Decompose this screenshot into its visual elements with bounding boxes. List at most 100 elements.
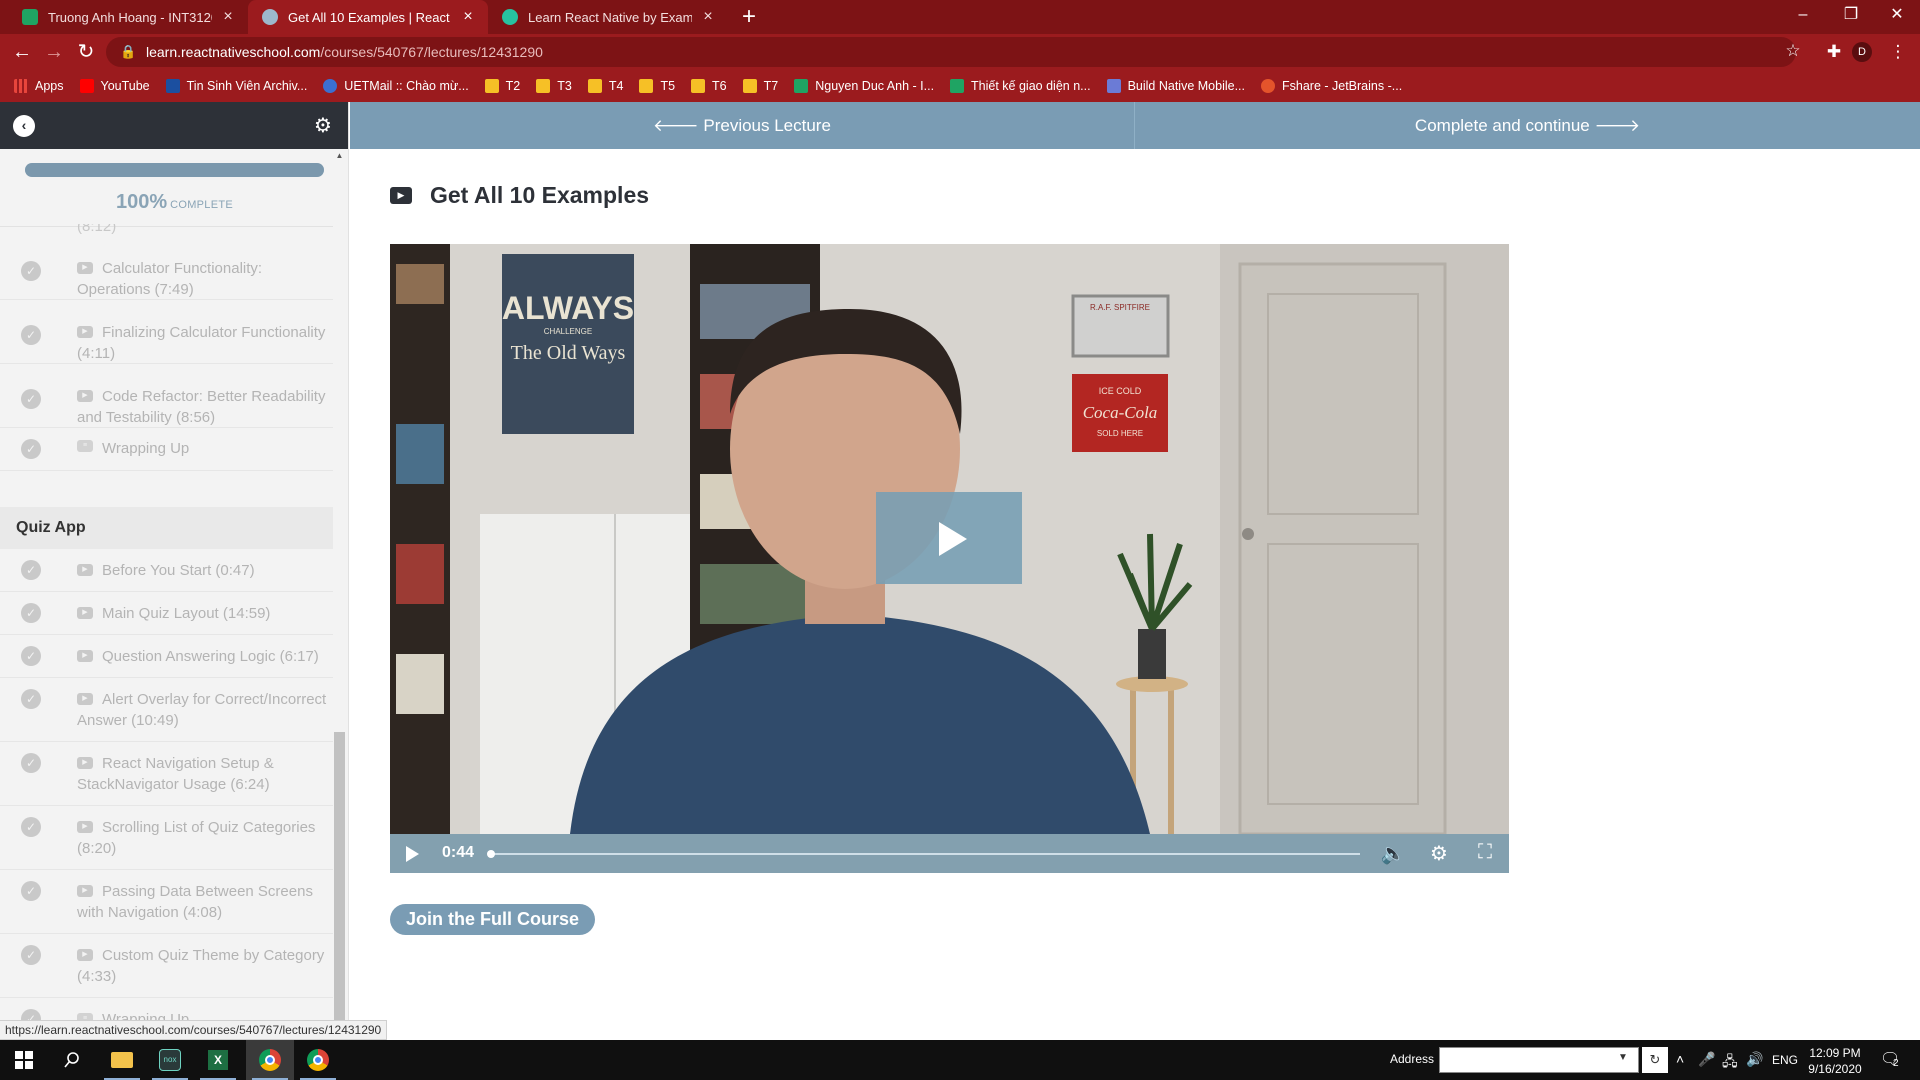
fullscreen-icon[interactable]: ⛶ — [1471, 841, 1499, 864]
status-bar-url: https://learn.reactnativeschool.com/cour… — [0, 1020, 388, 1040]
lecture-item[interactable]: ✓ ▶ Question Answering Logic (6:17) — [0, 635, 333, 678]
lecture-item[interactable]: ✓ ▶ Custom Quiz Theme by Category (4:33) — [0, 934, 333, 998]
lecture-title: Question Answering Logic (6:17) — [102, 648, 319, 665]
bookmark-label: Apps — [35, 79, 64, 93]
extensions-icon[interactable]: ✚ — [1820, 38, 1848, 66]
taskbar-file-explorer[interactable] — [98, 1040, 146, 1080]
sign-text: Coca-Cola — [1083, 403, 1158, 422]
bookmark-folder-t2[interactable]: T2 — [484, 79, 521, 93]
lock-icon[interactable]: 🔒 — [120, 44, 136, 60]
lecture-item[interactable]: ✓ ▶ Main Quiz Layout (14:59) — [0, 592, 333, 635]
play-icon[interactable] — [406, 846, 419, 862]
back-arrow-icon[interactable]: ‹ — [13, 115, 35, 137]
check-icon: ✓ — [21, 881, 41, 901]
close-tab-icon[interactable]: × — [220, 8, 236, 26]
microphone-icon[interactable]: 🎤 — [1698, 1051, 1715, 1068]
browser-tab-active[interactable]: Get All 10 Examples | React Native Schoo… — [248, 0, 488, 34]
video-seek-bar[interactable] — [490, 853, 1360, 855]
search-button[interactable] — [48, 1040, 96, 1080]
sidebar-scrollbar[interactable] — [334, 732, 345, 1040]
browser-tab-sheets[interactable]: Truong Anh Hoang - INT3120 2... × — [8, 0, 248, 34]
video-player[interactable]: ALWAYS CHALLENGE The Old Ways R.A.F. SPI… — [390, 244, 1509, 873]
lecture-item[interactable]: ✓ ▶ Finalizing Calculator Functionality … — [0, 300, 333, 364]
browser-tab-learn[interactable]: Learn React Native by Example | React Na… — [488, 0, 728, 34]
bookmark-label: UETMail :: Chào mừ... — [344, 79, 469, 93]
lecture-item[interactable]: ✓ ▶ Scrolling List of Quiz Categories (8… — [0, 806, 333, 870]
clock-time: 12:09 PM — [1809, 1046, 1861, 1060]
bookmark-folder-t4[interactable]: T4 — [587, 79, 623, 93]
video-controls: 0:44 🔈 ⚙ ⛶ — [390, 834, 1509, 873]
avatar[interactable]: D — [1852, 42, 1872, 62]
star-icon[interactable]: ☆ — [1779, 37, 1807, 65]
bookmark-build-native[interactable]: Build Native Mobile... — [1106, 79, 1245, 93]
left-bookcase — [390, 244, 450, 834]
bookmarks-bar: Apps YouTube Tin Sinh Viên Archiv... UET… — [0, 70, 1920, 102]
gear-icon[interactable]: ⚙ — [1425, 841, 1453, 866]
taskbar-chrome[interactable] — [294, 1040, 342, 1080]
bookmark-apps[interactable]: Apps — [14, 79, 64, 93]
lecture-title: Code Refactor: Better Readability and Te… — [77, 388, 326, 426]
lecture-item[interactable]: ✓ ▶ React Navigation Setup & StackNaviga… — [0, 742, 333, 806]
lecture-item[interactable]: ✓ ▶ Code Refactor: Better Readability an… — [0, 364, 333, 428]
back-button[interactable]: ← — [8, 38, 36, 66]
bookmark-tin-sinh-vien[interactable]: Tin Sinh Viên Archiv... — [165, 79, 307, 93]
volume-icon[interactable]: 🔊 — [1746, 1051, 1763, 1068]
poster-text: The Old Ways — [511, 342, 626, 364]
language-indicator[interactable]: ENG — [1772, 1053, 1798, 1067]
restore-button[interactable]: ❐ — [1828, 0, 1874, 30]
complete-and-continue-button[interactable]: Complete and continue 🡒 — [1135, 102, 1920, 149]
new-tab-button[interactable]: + — [735, 3, 763, 31]
taskbar-chrome-active[interactable] — [246, 1040, 294, 1080]
check-icon: ✓ — [21, 603, 41, 623]
close-window-button[interactable]: ✕ — [1874, 0, 1920, 30]
bookmark-folder-t7[interactable]: T7 — [742, 79, 779, 93]
previous-lecture-button[interactable]: 🡐 Previous Lecture — [350, 102, 1135, 149]
volume-icon[interactable]: 🔈 — [1379, 841, 1407, 866]
reload-button[interactable]: ↻ — [72, 38, 100, 66]
network-icon[interactable]: 🖧 — [1722, 1051, 1738, 1075]
taskbar-excel[interactable]: X — [194, 1040, 242, 1080]
taskbar-nox[interactable]: nox — [146, 1040, 194, 1080]
bookmark-folder-t6[interactable]: T6 — [691, 79, 727, 93]
address-toolbar-input[interactable] — [1439, 1047, 1639, 1073]
course-progress-fill — [25, 163, 324, 177]
close-tab-icon[interactable]: × — [460, 8, 476, 26]
gear-icon[interactable]: ⚙ — [314, 113, 332, 138]
bookmark-thiet-ke[interactable]: Thiết kế giao diện n... — [950, 79, 1091, 93]
lecture-item[interactable]: ✓ ▶ Before You Start (0:47) — [0, 549, 333, 592]
bookmark-folder-t3[interactable]: T3 — [536, 79, 572, 93]
bookmark-youtube[interactable]: YouTube — [79, 79, 150, 93]
clock[interactable]: 12:09 PM 9/16/2020 — [1800, 1045, 1870, 1077]
start-button[interactable] — [0, 1040, 48, 1080]
scroll-up-arrow[interactable]: ▲ — [334, 151, 345, 163]
chevron-down-icon[interactable]: ▼ — [1618, 1052, 1628, 1063]
bookmark-uetmail[interactable]: UETMail :: Chào mừ... — [323, 79, 469, 93]
play-button[interactable] — [876, 492, 1022, 584]
video-seek-handle[interactable] — [487, 850, 495, 858]
minimize-button[interactable]: – — [1780, 0, 1826, 30]
join-full-course-button[interactable]: Join the Full Course — [390, 904, 595, 935]
show-hidden-icons-icon[interactable]: ˄ — [1676, 1051, 1684, 1067]
folder-icon — [587, 79, 602, 93]
folder-icon — [691, 79, 706, 93]
sheets-icon — [22, 9, 38, 25]
address-bar[interactable]: 🔒 learn.reactnativeschool.com/courses/54… — [106, 37, 1796, 67]
bookmark-nguyen-duc-anh[interactable]: Nguyen Duc Anh - I... — [794, 79, 934, 93]
lecture-item[interactable]: ✓ ▶ Calculator Functionality: Operations… — [0, 236, 333, 300]
bookmark-fshare[interactable]: Fshare - JetBrains -... — [1261, 79, 1402, 93]
cloud-icon — [1261, 79, 1275, 93]
bookmark-label: T7 — [763, 79, 779, 93]
bookmark-folder-t5[interactable]: T5 — [639, 79, 675, 93]
forward-button[interactable]: → — [40, 38, 68, 66]
check-icon: ✓ — [21, 817, 41, 837]
check-icon: ✓ — [21, 560, 41, 580]
lecture-item[interactable]: ✓ ▶ Alert Overlay for Correct/Incorrect … — [0, 678, 333, 742]
lecture-item[interactable]: ✓ ▶ Passing Data Between Screens with Na… — [0, 870, 333, 934]
sheets-icon — [794, 79, 809, 93]
menu-icon[interactable]: ⋮ — [1884, 38, 1912, 66]
books — [396, 424, 444, 484]
close-tab-icon[interactable]: × — [700, 8, 716, 26]
lecture-item[interactable]: ✓ ≡ Wrapping Up — [0, 428, 333, 471]
refresh-icon[interactable]: ↻ — [1642, 1047, 1668, 1073]
bookmark-label: T2 — [505, 79, 521, 93]
